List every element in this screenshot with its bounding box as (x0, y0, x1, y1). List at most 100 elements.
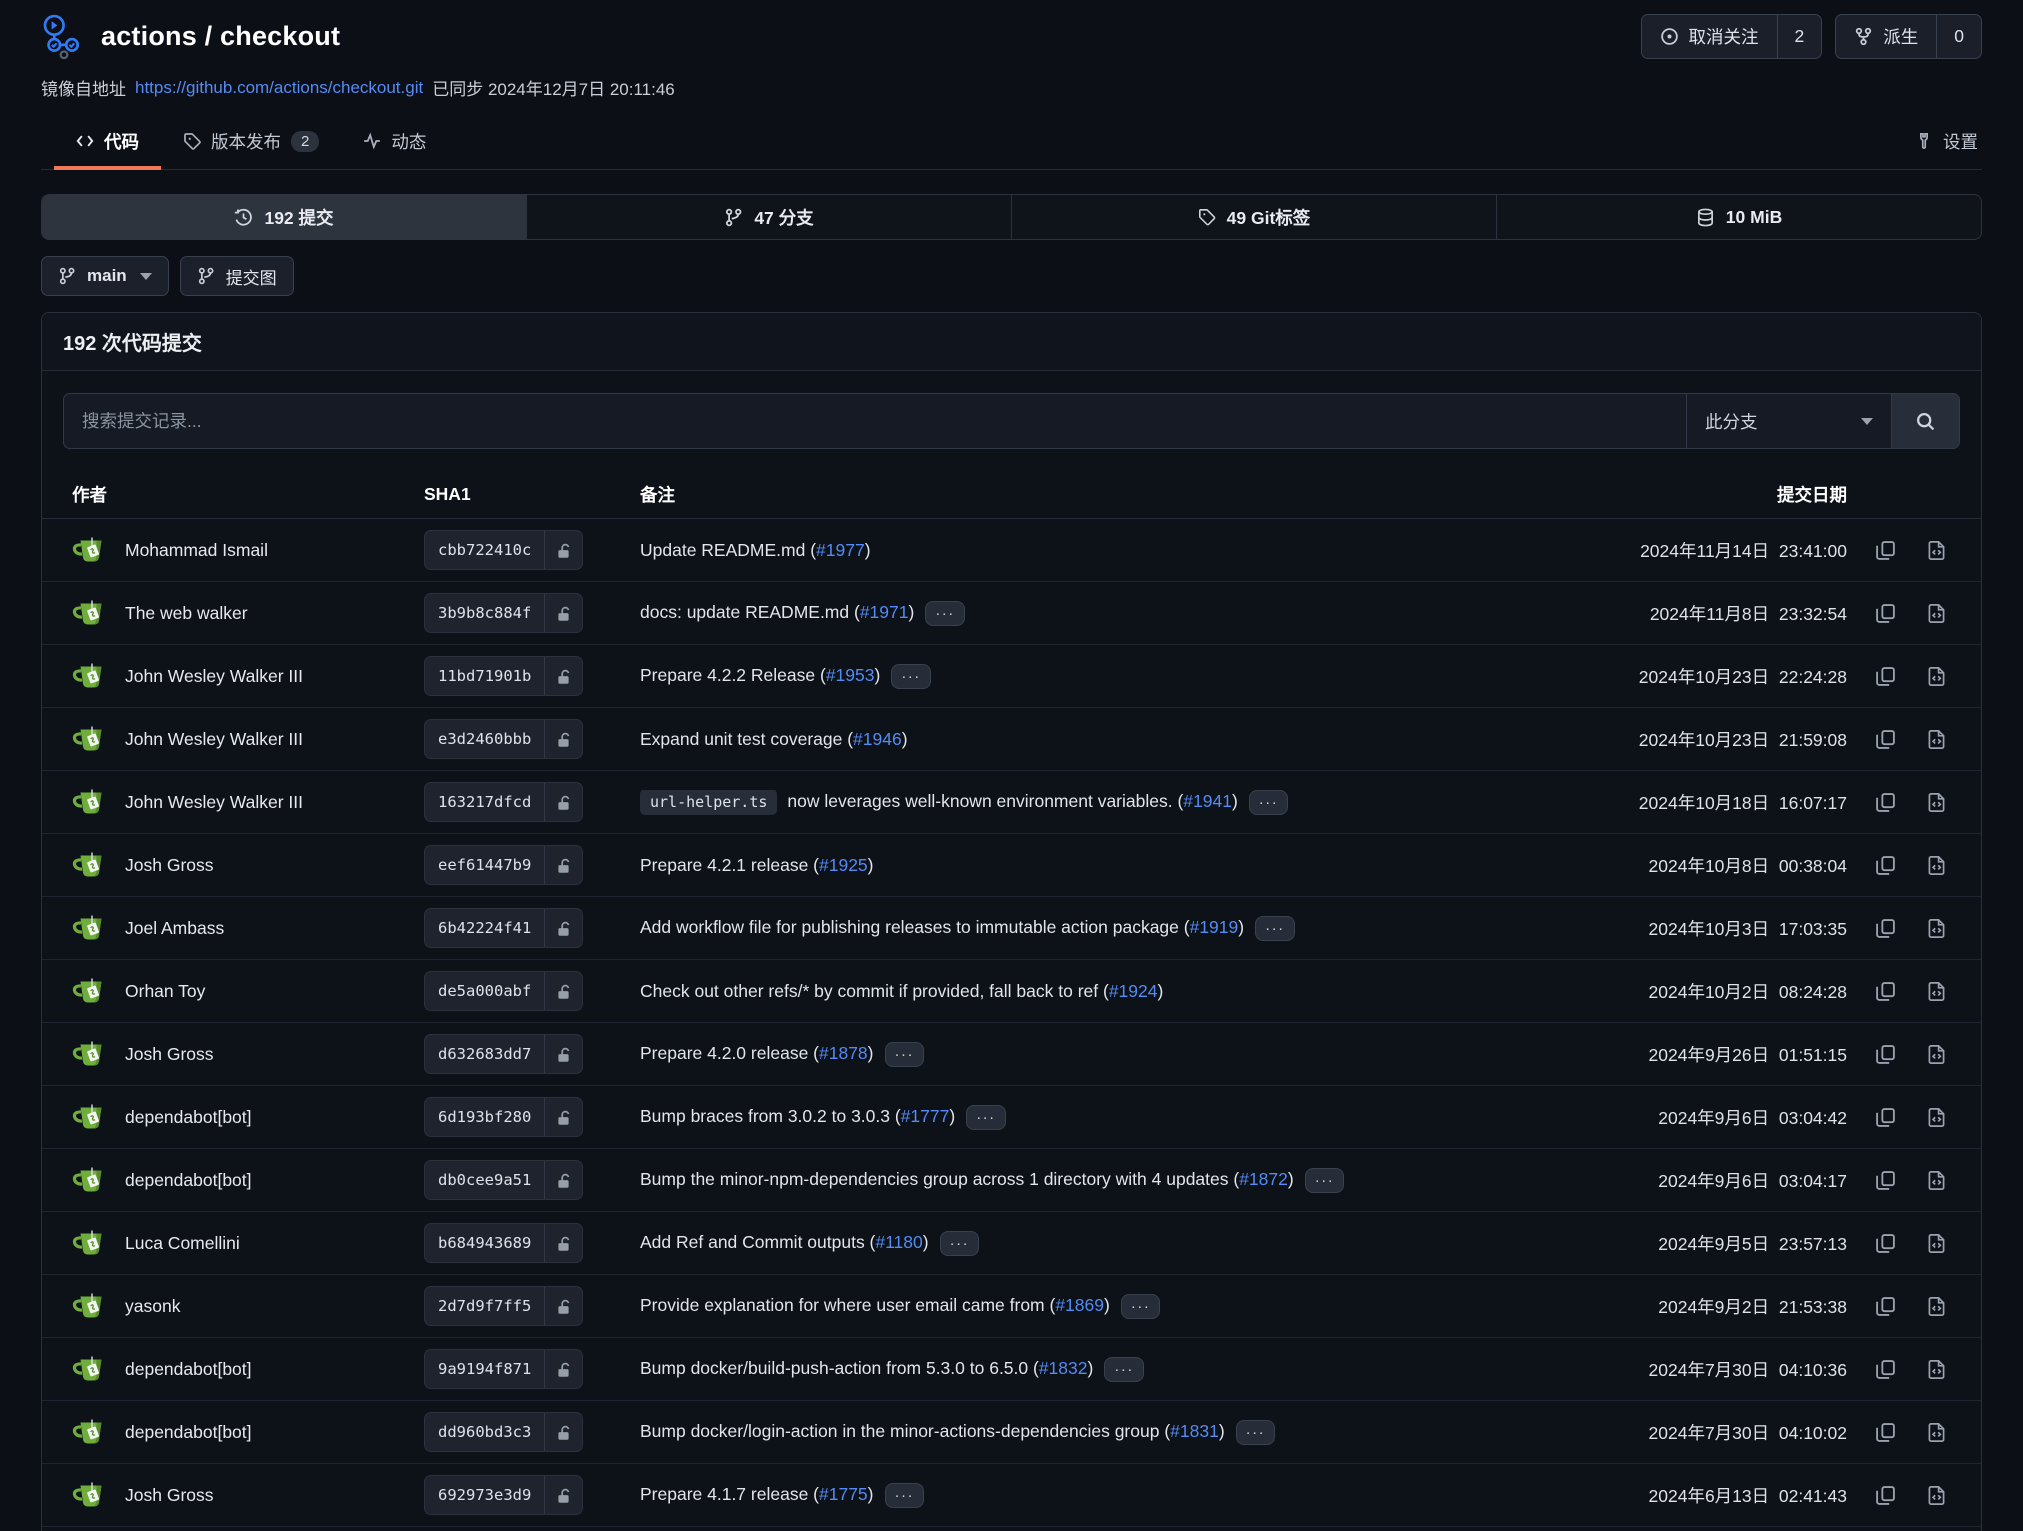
browse-source-icon[interactable] (1926, 1422, 1947, 1443)
tab-activity[interactable]: 动态 (341, 113, 448, 169)
browse-source-icon[interactable] (1926, 1296, 1947, 1317)
expand-commit-message-button[interactable]: ··· (1305, 1168, 1345, 1193)
commit-author-name[interactable]: dependabot[bot] (125, 1359, 252, 1380)
pr-link[interactable]: #1831 (1170, 1421, 1219, 1441)
commit-author-name[interactable]: Orhan Toy (125, 981, 205, 1002)
pr-link[interactable]: #1971 (860, 602, 909, 622)
browse-source-icon[interactable] (1926, 666, 1947, 687)
stat-branches[interactable]: 47 分支 (526, 195, 1011, 239)
tab-code[interactable]: 代码 (54, 113, 161, 169)
commit-author-name[interactable]: John Wesley Walker III (125, 729, 303, 750)
pr-link[interactable]: #1180 (875, 1232, 922, 1252)
stat-size[interactable]: 10 MiB (1496, 195, 1981, 239)
tab-releases[interactable]: 版本发布 2 (161, 113, 341, 169)
commit-sha-badge[interactable]: 2d7d9f7ff5 (424, 1286, 583, 1326)
commit-sha-badge[interactable]: de5a000abf (424, 971, 583, 1011)
search-input[interactable] (64, 394, 1686, 448)
expand-commit-message-button[interactable]: ··· (925, 601, 965, 626)
expand-commit-message-button[interactable]: ··· (966, 1105, 1006, 1130)
pr-link[interactable]: #1919 (1190, 917, 1239, 937)
repo-avatar-actions-logo-icon[interactable] (41, 13, 87, 59)
commit-author-name[interactable]: yasonk (125, 1296, 180, 1317)
commit-sha-badge[interactable]: 3b9b8c884f (424, 593, 583, 633)
branch-filter-select[interactable]: 此分支 (1686, 394, 1891, 448)
browse-source-icon[interactable] (1926, 1170, 1947, 1191)
commit-author-name[interactable]: Luca Comellini (125, 1233, 240, 1254)
search-button[interactable] (1891, 394, 1959, 448)
copy-sha-icon[interactable] (1875, 666, 1896, 687)
commit-author-name[interactable]: Joel Ambass (125, 918, 224, 939)
commit-sha-badge[interactable]: d632683dd7 (424, 1034, 583, 1074)
copy-sha-icon[interactable] (1875, 1359, 1896, 1380)
commit-author-name[interactable]: Josh Gross (125, 855, 214, 876)
commit-author-name[interactable]: Josh Gross (125, 1485, 214, 1506)
pr-link[interactable]: #1872 (1239, 1169, 1288, 1189)
browse-source-icon[interactable] (1926, 792, 1947, 813)
browse-source-icon[interactable] (1926, 855, 1947, 876)
browse-source-icon[interactable] (1926, 603, 1947, 624)
commit-sha-badge[interactable]: e3d2460bbb (424, 719, 583, 759)
browse-source-icon[interactable] (1926, 540, 1947, 561)
forks-count[interactable]: 0 (1936, 15, 1981, 58)
commit-sha-badge[interactable]: dd960bd3c3 (424, 1412, 583, 1452)
expand-commit-message-button[interactable]: ··· (940, 1231, 980, 1256)
stat-commits[interactable]: 192 提交 (42, 195, 526, 239)
pr-link[interactable]: #1925 (819, 855, 868, 875)
copy-sha-icon[interactable] (1875, 1296, 1896, 1317)
copy-sha-icon[interactable] (1875, 981, 1896, 1002)
expand-commit-message-button[interactable]: ··· (885, 1483, 925, 1508)
pr-link[interactable]: #1832 (1039, 1358, 1088, 1378)
commit-author-name[interactable]: dependabot[bot] (125, 1170, 252, 1191)
commit-sha-badge[interactable]: 163217dfcd (424, 782, 583, 822)
copy-sha-icon[interactable] (1875, 603, 1896, 624)
stat-tags[interactable]: 49 Git标签 (1011, 195, 1496, 239)
copy-sha-icon[interactable] (1875, 918, 1896, 939)
pr-link[interactable]: #1869 (1055, 1295, 1104, 1315)
copy-sha-icon[interactable] (1875, 1044, 1896, 1065)
pr-link[interactable]: #1878 (819, 1043, 868, 1063)
commit-author-name[interactable]: dependabot[bot] (125, 1422, 252, 1443)
expand-commit-message-button[interactable]: ··· (891, 664, 931, 689)
pr-link[interactable]: #1775 (819, 1484, 868, 1504)
browse-source-icon[interactable] (1926, 1233, 1947, 1254)
commit-sha-badge[interactable]: 692973e3d9 (424, 1475, 583, 1515)
browse-source-icon[interactable] (1926, 1359, 1947, 1380)
copy-sha-icon[interactable] (1875, 1107, 1896, 1128)
expand-commit-message-button[interactable]: ··· (885, 1042, 925, 1067)
expand-commit-message-button[interactable]: ··· (1121, 1294, 1161, 1319)
commit-sha-badge[interactable]: 6b42224f41 (424, 908, 583, 948)
browse-source-icon[interactable] (1926, 1485, 1947, 1506)
tab-settings[interactable]: 设置 (1893, 113, 1982, 169)
commit-author-name[interactable]: John Wesley Walker III (125, 666, 303, 687)
expand-commit-message-button[interactable]: ··· (1104, 1357, 1144, 1382)
copy-sha-icon[interactable] (1875, 1170, 1896, 1191)
copy-sha-icon[interactable] (1875, 1233, 1896, 1254)
copy-sha-icon[interactable] (1875, 855, 1896, 876)
browse-source-icon[interactable] (1926, 1044, 1947, 1065)
expand-commit-message-button[interactable]: ··· (1255, 916, 1295, 941)
commit-sha-badge[interactable]: db0cee9a51 (424, 1160, 583, 1200)
browse-source-icon[interactable] (1926, 981, 1947, 1002)
commit-sha-badge[interactable]: 6d193bf280 (424, 1097, 583, 1137)
pr-link[interactable]: #1977 (816, 540, 865, 560)
fork-button[interactable]: 派生 (1836, 15, 1936, 58)
commit-author-name[interactable]: John Wesley Walker III (125, 792, 303, 813)
copy-sha-icon[interactable] (1875, 792, 1896, 813)
copy-sha-icon[interactable] (1875, 1485, 1896, 1506)
commit-author-name[interactable]: The web walker (125, 603, 248, 624)
commit-graph-button[interactable]: 提交图 (180, 256, 294, 296)
expand-commit-message-button[interactable]: ··· (1249, 790, 1289, 815)
pr-link[interactable]: #1946 (853, 729, 902, 749)
mirror-url-link[interactable]: https://github.com/actions/checkout.git (135, 78, 423, 98)
pr-link[interactable]: #1953 (826, 665, 875, 685)
commit-sha-badge[interactable]: cbb722410c (424, 530, 583, 570)
commit-sha-badge[interactable]: 11bd71901b (424, 656, 583, 696)
copy-sha-icon[interactable] (1875, 1422, 1896, 1443)
watchers-count[interactable]: 2 (1777, 15, 1822, 58)
pr-link[interactable]: #1924 (1109, 981, 1158, 1001)
expand-commit-message-button[interactable]: ··· (1236, 1420, 1276, 1445)
browse-source-icon[interactable] (1926, 729, 1947, 750)
commit-author-name[interactable]: Josh Gross (125, 1044, 214, 1065)
pr-link[interactable]: #1941 (1183, 791, 1232, 811)
commit-sha-badge[interactable]: 9a9194f871 (424, 1349, 583, 1389)
